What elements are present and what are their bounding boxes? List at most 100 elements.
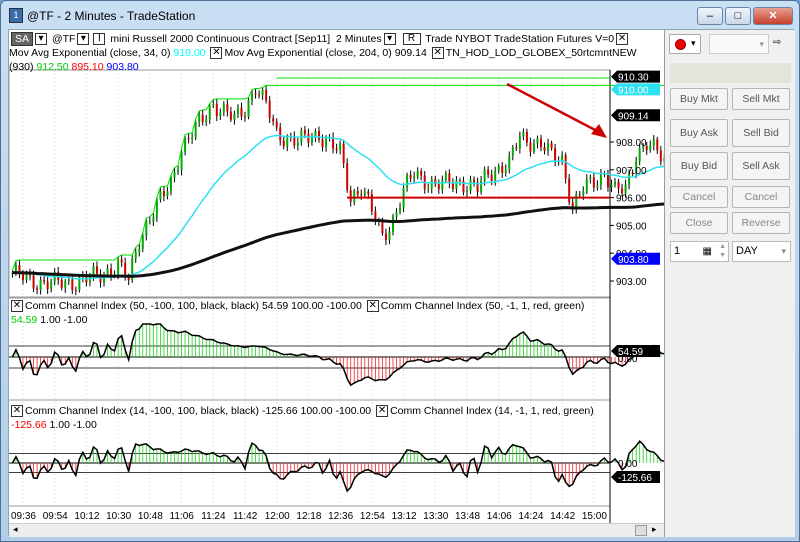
hod-marker-label: 910.30: [618, 73, 649, 84]
candle-body: [540, 138, 542, 148]
candle-body: [592, 177, 595, 188]
candle-body: [325, 138, 328, 148]
spin-icon[interactable]: ▲ ▼: [719, 242, 726, 260]
sa-dropdown[interactable]: ▾: [35, 33, 48, 46]
sell-bid-button[interactable]: Sell Bid: [732, 119, 790, 147]
candle-body: [451, 183, 454, 189]
info-dropdown[interactable]: I: [93, 33, 106, 46]
candle-body: [286, 137, 289, 147]
candle-body: [568, 178, 571, 203]
detach-icon[interactable]: ⇨: [773, 37, 781, 48]
candle-body: [578, 194, 581, 196]
candle-body: [173, 172, 176, 178]
maximize-button[interactable]: □: [725, 7, 751, 25]
ema204-value: 909.14: [394, 47, 427, 59]
time-label: 13:12: [391, 511, 417, 522]
candle-body: [335, 148, 338, 151]
candle-body: [518, 136, 521, 149]
close-position-button[interactable]: Close: [670, 212, 728, 234]
buy-bid-button[interactable]: Buy Bid: [670, 152, 728, 180]
symbol-dropdown[interactable]: ▾: [77, 33, 90, 46]
candle-body: [656, 139, 659, 151]
candle-body: [441, 180, 444, 190]
scroll-left-icon[interactable]: ◂: [13, 524, 18, 535]
cci14a-values: -125.66 100.00 -100.00: [261, 405, 372, 417]
cancel-asks-button[interactable]: Cancel Asks: [732, 186, 790, 223]
candle-body: [511, 147, 514, 156]
candle-body: [621, 188, 624, 194]
time-label: 14:42: [550, 511, 576, 522]
time-label: 09:54: [42, 511, 68, 522]
candle-body: [191, 137, 194, 140]
minimize-button[interactable]: –: [697, 7, 723, 25]
candle-body: [74, 290, 77, 292]
candle-body: [582, 191, 585, 196]
duration-value: DAY: [736, 245, 758, 257]
candle-body: [184, 138, 187, 152]
quantity-stepper[interactable]: 1 ▦ ▲ ▼: [670, 241, 729, 262]
candle-body: [251, 93, 254, 101]
candle-body: [448, 173, 451, 184]
candle-body: [624, 184, 627, 194]
interval-dropdown[interactable]: ▾: [383, 33, 396, 46]
candle-body: [247, 100, 250, 117]
candle-body: [384, 233, 387, 241]
r-dropdown[interactable]: R: [402, 33, 421, 46]
sell-ask-button[interactable]: Sell Ask: [732, 152, 790, 180]
calculator-icon[interactable]: ▦: [703, 242, 712, 261]
candle-body: [395, 211, 398, 217]
candle-body: [465, 190, 468, 193]
cci14-values: -125.66 1.00 -1.00: [11, 419, 97, 431]
candle-body: [494, 171, 497, 181]
candle-body: [427, 188, 430, 190]
scroll-thumb[interactable]: [635, 525, 647, 536]
candle-body: [43, 279, 46, 282]
candle-body: [152, 217, 155, 222]
buy-mkt-button[interactable]: Buy Mkt: [670, 88, 728, 110]
candle-body: [550, 143, 553, 149]
candle-body: [226, 104, 229, 112]
app-icon: 1: [9, 8, 23, 23]
sa-button[interactable]: SA: [11, 32, 34, 46]
candle-body: [50, 281, 53, 290]
candle-body: [148, 221, 151, 223]
remove-icon[interactable]: ✕: [210, 47, 223, 60]
sell-mkt-button[interactable]: Sell Mkt: [732, 88, 790, 110]
candle-body: [303, 130, 306, 134]
candle-body: [430, 179, 433, 189]
candle-body: [106, 268, 109, 275]
candle-body: [187, 138, 190, 140]
candle-body: [275, 121, 278, 128]
ema204-line: [12, 202, 664, 278]
time-label: 14:06: [486, 511, 512, 522]
candle-body: [60, 280, 63, 288]
cci14-marker-label: -125.66: [618, 473, 652, 484]
time-label: 14:24: [518, 511, 544, 522]
candle-body: [307, 133, 310, 143]
window-title: @TF - 2 Minutes - TradeStation: [27, 9, 196, 23]
scroll-right-icon[interactable]: ▸: [652, 524, 657, 535]
candle-body: [501, 166, 504, 173]
duration-select[interactable]: DAY ▾: [732, 241, 791, 262]
record-button[interactable]: ▾: [669, 34, 701, 54]
reverse-button[interactable]: Reverse: [732, 212, 790, 234]
remove-icon[interactable]: ✕: [376, 405, 389, 418]
candle-body: [458, 180, 461, 182]
cancel-bids-button[interactable]: Cancel Bids: [670, 186, 728, 223]
candle-body: [589, 177, 592, 179]
chart-canvas[interactable]: 908.00907.00906.00905.00904.00903.00910.…: [9, 30, 664, 537]
remove-icon[interactable]: ✕: [616, 33, 629, 46]
remove-icon[interactable]: ✕: [11, 300, 23, 313]
candle-body: [162, 191, 165, 197]
symbol-bar: SA ▾ @TF ▾ I mini Russell 2000 Continuous C…: [11, 32, 630, 46]
candle-body: [208, 105, 211, 120]
account-dropdown[interactable]: ▾: [709, 34, 769, 54]
candle-body: [272, 118, 275, 122]
close-button[interactable]: ✕: [753, 7, 793, 25]
remove-icon[interactable]: ✕: [366, 300, 379, 313]
remove-icon[interactable]: ✕: [11, 405, 23, 418]
candle-body: [490, 174, 493, 181]
remove-icon[interactable]: ✕: [431, 47, 444, 60]
horizontal-scrollbar[interactable]: ◂ ▸: [9, 523, 664, 537]
buy-ask-button[interactable]: Buy Ask: [670, 119, 728, 147]
